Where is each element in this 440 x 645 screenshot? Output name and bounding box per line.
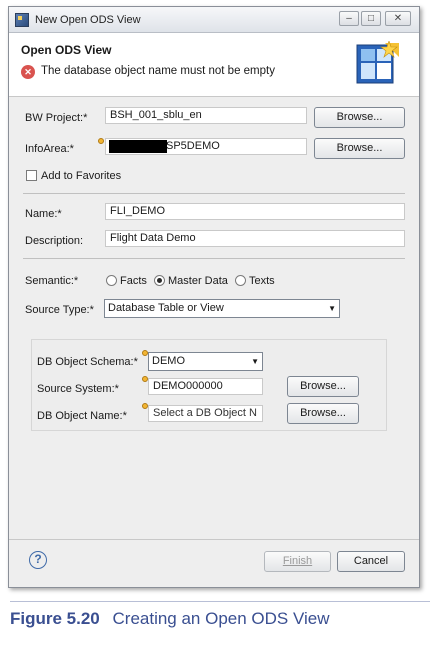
help-icon[interactable]: ? — [29, 551, 47, 569]
source-system-field[interactable]: DEMO000000 — [148, 378, 263, 395]
figure-caption: Figure 5.20 Creating an Open ODS View — [10, 609, 330, 629]
db-object-schema-label: DB Object Schema:* — [37, 356, 138, 368]
source-system-label: Source System:* — [37, 383, 119, 395]
infoarea-value: SP5DEMO — [166, 140, 220, 152]
minimize-button[interactable]: – — [339, 11, 359, 26]
separator — [23, 258, 405, 259]
source-type-value: Database Table or View — [108, 302, 224, 314]
title-bar: New Open ODS View – □ ✕ — [9, 7, 419, 33]
caption-rule — [10, 601, 430, 602]
bw-project-browse-button[interactable]: Browse... — [314, 107, 405, 128]
redaction-bar — [109, 140, 167, 153]
finish-label: Finish — [282, 555, 313, 567]
cancel-button[interactable]: Cancel — [337, 551, 405, 572]
error-icon: ✕ — [21, 65, 35, 79]
separator — [23, 193, 405, 194]
dialog-window: New Open ODS View – □ ✕ Open ODS View ✕ … — [8, 6, 420, 588]
footer-separator — [9, 539, 419, 540]
name-label: Name:* — [25, 208, 62, 220]
source-system-browse-button[interactable]: Browse... — [287, 376, 359, 397]
semantic-texts-radio[interactable] — [235, 275, 246, 286]
db-object-name-label: DB Object Name:* — [37, 410, 127, 422]
finish-button[interactable]: Finish — [264, 551, 331, 572]
figure-number: Figure 5.20 — [10, 609, 100, 628]
add-to-favorites-checkbox[interactable] — [26, 170, 37, 181]
semantic-texts-label: Texts — [249, 275, 275, 287]
dialog-header: Open ODS View ✕ The database object name… — [9, 33, 419, 97]
db-object-schema-dropdown[interactable]: DEMO ▼ — [148, 352, 263, 371]
dialog-title: Open ODS View — [21, 43, 112, 57]
source-type-label: Source Type:* — [25, 304, 94, 316]
infoarea-browse-button[interactable]: Browse... — [314, 138, 405, 159]
description-label: Description: — [25, 235, 84, 247]
semantic-facts-radio[interactable] — [106, 275, 117, 286]
close-button[interactable]: ✕ — [385, 11, 411, 26]
db-object-name-field[interactable]: Select a DB Object N — [148, 405, 263, 422]
figure-caption-text: Creating an Open ODS View — [112, 609, 330, 628]
semantic-facts-label: Facts — [120, 275, 147, 287]
db-object-group: DB Object Schema:* DEMO ▼ Source System:… — [31, 339, 387, 431]
infoarea-label: InfoArea:* — [25, 143, 74, 155]
maximize-button[interactable]: □ — [361, 11, 381, 26]
content-assist-marker — [98, 138, 104, 144]
description-field[interactable]: Flight Data Demo — [105, 230, 405, 247]
chevron-down-icon: ▼ — [251, 357, 259, 366]
bw-project-field[interactable]: BSH_001_sblu_en — [105, 107, 307, 124]
db-object-schema-value: DEMO — [152, 355, 185, 367]
name-field[interactable]: FLI_DEMO — [105, 203, 405, 220]
ods-wizard-icon — [356, 41, 399, 84]
source-type-dropdown[interactable]: Database Table or View ▼ — [104, 299, 340, 318]
bw-project-label: BW Project:* — [25, 112, 88, 124]
semantic-label: Semantic:* — [25, 275, 79, 287]
semantic-master-data-label: Master Data — [168, 275, 228, 287]
semantic-master-data-radio[interactable] — [154, 275, 165, 286]
app-icon — [15, 13, 29, 27]
add-to-favorites-label: Add to Favorites — [41, 170, 122, 182]
error-message: The database object name must not be emp… — [41, 65, 275, 77]
window-title: New Open ODS View — [35, 14, 141, 26]
chevron-down-icon: ▼ — [328, 304, 336, 313]
db-object-name-browse-button[interactable]: Browse... — [287, 403, 359, 424]
